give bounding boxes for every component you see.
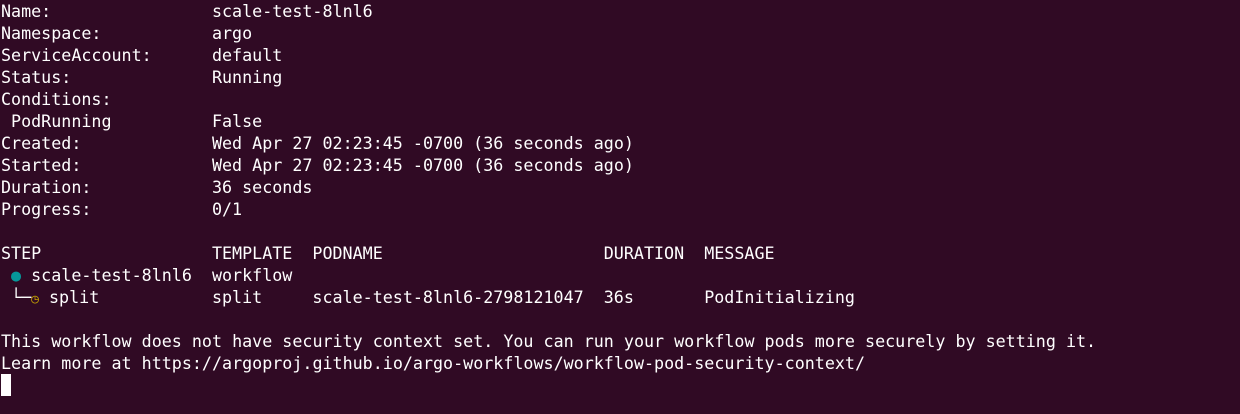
detail-row: Name: scale-test-8lnl6 xyxy=(1,0,1240,22)
header-podname: PODNAME xyxy=(312,243,383,263)
terminal[interactable]: Name: scale-test-8lnl6 Namespace: argo Servi… xyxy=(0,0,1240,396)
tree-branch-icon: └─ xyxy=(1,287,32,307)
table-row: └─◷ split split scale-test-8lnl6-279812104… xyxy=(1,286,1240,308)
detail-value: default xyxy=(211,45,283,65)
clock-icon: ◷ xyxy=(31,292,39,307)
detail-label: ServiceAccount: xyxy=(1,45,152,65)
detail-value: Wed Apr 27 02:23:45 -0700 (36 seconds ag… xyxy=(211,133,634,153)
podname: scale-test-8lnl6-2798121047 xyxy=(312,287,584,307)
header-step: STEP xyxy=(1,243,42,263)
terminal-cursor xyxy=(1,374,12,396)
detail-label: Conditions: xyxy=(1,89,112,109)
detail-label: Progress: xyxy=(1,199,92,219)
header-template: TEMPLATE xyxy=(211,243,293,263)
learn-more-link[interactable]: Learn more at https://argoproj.github.io… xyxy=(1,352,1240,374)
detail-row: Conditions: xyxy=(1,88,1240,110)
detail-label: Namespace: xyxy=(1,23,102,43)
detail-row: Namespace: argo xyxy=(1,22,1240,44)
detail-label: Started: xyxy=(1,155,82,175)
running-dot-icon: ● xyxy=(11,265,22,285)
table-header: STEP TEMPLATE PODNAME DURATION MESSAGE xyxy=(1,242,1240,264)
step-name: scale-test-8lnl6 xyxy=(31,265,192,285)
detail-label: Created: xyxy=(1,133,82,153)
security-notice: This workflow does not have security con… xyxy=(1,331,1097,351)
detail-label: PodRunning xyxy=(1,111,112,131)
detail-value: Wed Apr 27 02:23:45 -0700 (36 seconds ag… xyxy=(211,155,634,175)
message: PodInitializing xyxy=(704,287,855,307)
detail-value: False xyxy=(211,111,263,131)
detail-row: Started: Wed Apr 27 02:23:45 -0700 (36 se… xyxy=(1,154,1240,176)
detail-value: Running xyxy=(211,67,283,87)
tree-prefix xyxy=(1,265,11,285)
prompt-line[interactable] xyxy=(1,374,1240,396)
detail-row: Status: Running xyxy=(1,66,1240,88)
detail-row: PodRunning False xyxy=(1,110,1240,132)
detail-value: 0/1 xyxy=(211,199,243,219)
template: split xyxy=(211,287,263,307)
template: workflow xyxy=(211,265,293,285)
detail-value: argo xyxy=(211,23,253,43)
detail-label: Name: xyxy=(1,1,52,21)
table-row: ● scale-test-8lnl6 workflow xyxy=(1,264,1240,286)
detail-row: ServiceAccount: default xyxy=(1,44,1240,66)
duration: 36s xyxy=(603,287,634,307)
detail-row: Created: Wed Apr 27 02:23:45 -0700 (36 se… xyxy=(1,132,1240,154)
header-message: MESSAGE xyxy=(704,243,775,263)
detail-label: Duration: xyxy=(1,177,92,197)
detail-row: Duration: 36 seconds xyxy=(1,176,1240,198)
detail-value: scale-test-8lnl6 xyxy=(211,1,373,21)
detail-label: Status: xyxy=(1,67,72,87)
detail-value: 36 seconds xyxy=(211,177,313,197)
workflow-details: Name: scale-test-8lnl6 Namespace: argo Servi… xyxy=(1,0,1240,220)
header-duration: DURATION xyxy=(603,243,685,263)
step-name: split xyxy=(49,287,100,307)
detail-row: Progress: 0/1 xyxy=(1,198,1240,220)
